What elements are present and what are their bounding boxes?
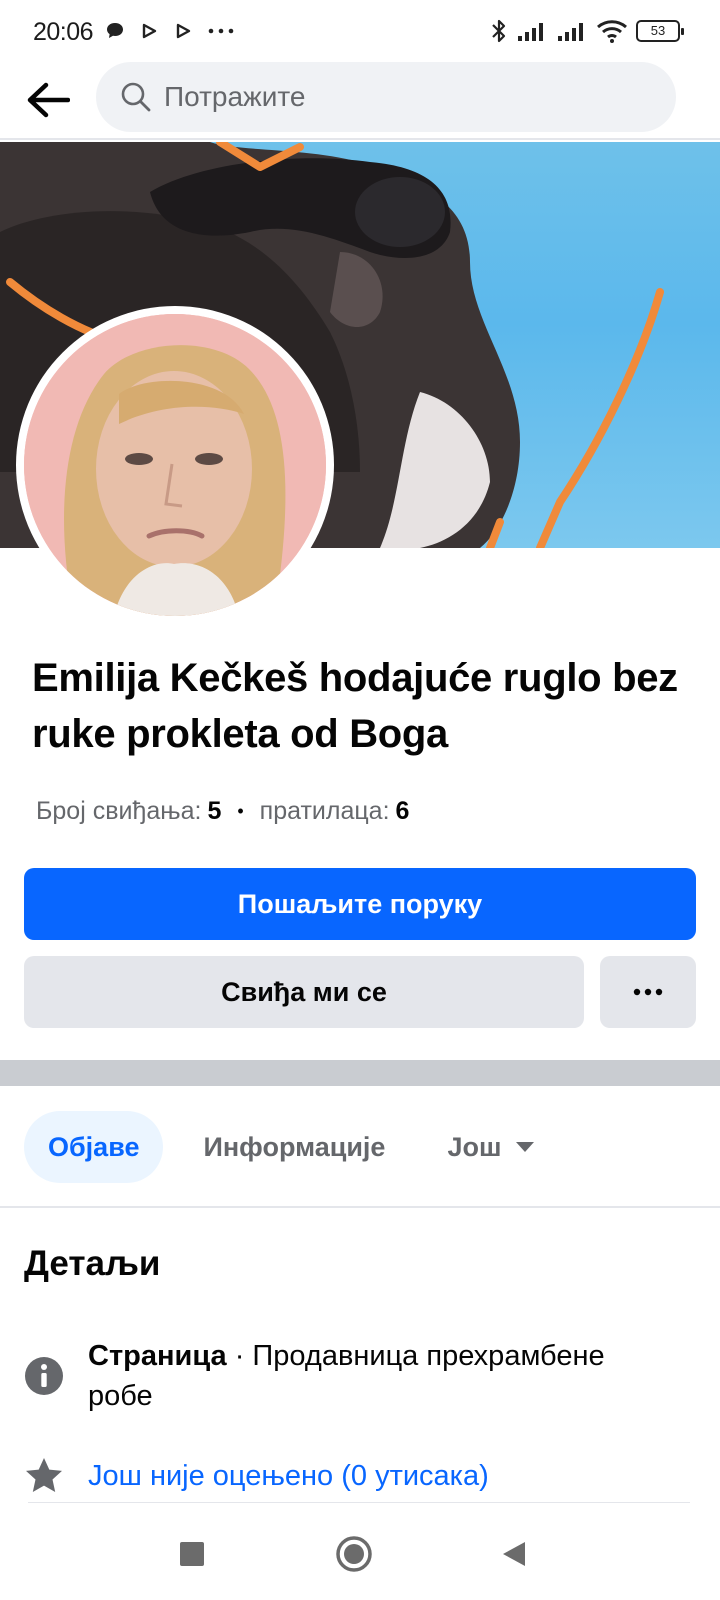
- search-icon: [121, 82, 151, 112]
- detail-category: Страница · Продавница прехрамбене робе: [24, 1336, 648, 1416]
- status-notification-icons: [104, 20, 236, 42]
- detail-rating: Још није оцењено (0 утисака): [24, 1456, 489, 1496]
- battery-icon: 53: [636, 20, 684, 42]
- signal-icon: [558, 23, 583, 41]
- avatar-image: [24, 314, 326, 616]
- likes-count[interactable]: 5: [207, 797, 221, 826]
- top-header: Потражите: [0, 60, 720, 140]
- profile-picture[interactable]: [16, 306, 334, 624]
- tab-posts[interactable]: Објаве: [24, 1111, 164, 1183]
- like-label: Свиђа ми се: [221, 976, 387, 1007]
- back-button[interactable]: [22, 74, 74, 126]
- back-arrow-icon: [27, 82, 70, 118]
- caret-down-icon: [516, 1142, 535, 1152]
- followers-label: пратилаца:: [259, 797, 390, 825]
- like-button[interactable]: Свиђа ми се: [24, 956, 584, 1028]
- send-message-button[interactable]: Пошаљите поруку: [24, 868, 696, 940]
- status-system-icons: 53: [490, 18, 684, 44]
- system-back-button[interactable]: [494, 1534, 534, 1574]
- section-divider: [0, 1060, 720, 1086]
- triangle-back-icon: [503, 1542, 525, 1566]
- star-icon: [26, 1458, 62, 1492]
- recents-button[interactable]: [172, 1534, 212, 1574]
- wifi-icon: [597, 20, 627, 43]
- more-options-button[interactable]: [600, 956, 696, 1028]
- page-tabs: Објаве Информације Још: [24, 1111, 535, 1183]
- chat-bubble-icon: [107, 23, 123, 38]
- tabs-divider: [0, 1206, 720, 1208]
- send-message-label: Пошаљите поруку: [237, 888, 483, 919]
- system-nav-bar: [0, 1510, 720, 1600]
- rating-link[interactable]: Још није оцењено (0 утисака): [88, 1456, 489, 1496]
- search-input[interactable]: Потражите: [96, 62, 676, 132]
- likes-label: Број свиђања:: [36, 797, 202, 825]
- avatar: [24, 314, 326, 616]
- square-icon: [180, 1542, 204, 1566]
- details-heading: Детаљи: [24, 1244, 161, 1283]
- more-dots-icon: [208, 28, 234, 34]
- bluetooth-icon: [492, 19, 506, 43]
- page-title: Emilija Kečkeš hodajuće ruglo bez ruke p…: [32, 656, 678, 756]
- separator-dot: •: [237, 801, 244, 821]
- home-circle-icon: [336, 1536, 372, 1572]
- tab-posts-label: Објаве: [48, 1131, 140, 1162]
- status-bar: 20:06 53: [0, 0, 720, 64]
- signal-icon: [518, 23, 543, 41]
- tab-more[interactable]: Још: [447, 1111, 535, 1183]
- info-icon: [25, 1357, 63, 1395]
- tab-about-label: Информације: [203, 1131, 386, 1162]
- search-placeholder: Потражите: [164, 81, 306, 112]
- followers-count[interactable]: 6: [396, 797, 410, 826]
- status-time: 20:06: [33, 18, 94, 46]
- tab-more-label: Још: [447, 1131, 502, 1162]
- play-icon: [142, 23, 157, 39]
- category-text: Страница · Продавница прехрамбене робе: [88, 1336, 648, 1416]
- divider-line: [28, 1502, 690, 1503]
- play-icon: [176, 23, 191, 39]
- more-dots-icon: [633, 988, 663, 996]
- home-button[interactable]: [334, 1534, 374, 1574]
- category-type: Страница: [88, 1340, 227, 1372]
- tab-about[interactable]: Информације: [203, 1111, 385, 1183]
- page-stats: Број свиђања: 5 • пратилаца: 6: [36, 797, 409, 826]
